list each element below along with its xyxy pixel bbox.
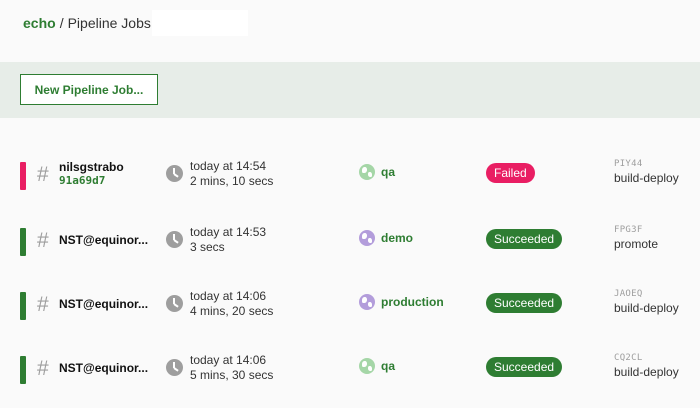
globe-icon bbox=[359, 358, 375, 374]
pipeline-type: promote bbox=[614, 237, 659, 251]
job-start-time: today at 14:06 bbox=[190, 353, 267, 367]
job-id: CQ2CL bbox=[614, 353, 643, 363]
pipeline-type: build-deploy bbox=[614, 171, 679, 185]
status-indicator-bar bbox=[20, 292, 26, 320]
table-row[interactable]: # NST@equinor... today at 14:53 3 secs d… bbox=[0, 222, 700, 272]
clock-icon bbox=[166, 165, 183, 182]
globe-icon bbox=[359, 294, 375, 310]
environment-link[interactable]: qa bbox=[381, 165, 395, 179]
job-duration: 5 mins, 30 secs bbox=[190, 368, 274, 382]
job-duration: 4 mins, 20 secs bbox=[190, 304, 274, 318]
hash-icon: # bbox=[37, 229, 49, 252]
job-triggered-by: NST@equinor... bbox=[59, 297, 149, 311]
hash-icon: # bbox=[37, 293, 49, 316]
pipeline-type: build-deploy bbox=[614, 301, 679, 315]
status-badge: Succeeded bbox=[486, 293, 563, 313]
commit-link[interactable]: 91a69d7 bbox=[59, 174, 105, 187]
job-start-time: today at 14:06 bbox=[190, 289, 267, 303]
hash-icon: # bbox=[37, 357, 49, 380]
table-row[interactable]: # NST@equinor... today at 14:06 5 mins, … bbox=[0, 350, 700, 400]
breadcrumb: echo / Pipeline Jobs bbox=[23, 15, 151, 31]
environment-link[interactable]: demo bbox=[381, 231, 413, 245]
job-triggered-by: NST@equinor... bbox=[59, 361, 149, 375]
pipeline-jobs-list: # nilsgstrabo 91a69d7 today at 14:54 2 m… bbox=[0, 118, 700, 408]
new-pipeline-job-button[interactable]: New Pipeline Job... bbox=[20, 74, 158, 105]
header-blank-area bbox=[152, 10, 248, 36]
job-id: PIY44 bbox=[614, 159, 643, 169]
environment-link[interactable]: qa bbox=[381, 359, 395, 373]
clock-icon bbox=[166, 231, 183, 248]
globe-icon bbox=[359, 230, 375, 246]
job-id: FPG3F bbox=[614, 225, 643, 235]
environment-link[interactable]: production bbox=[381, 295, 444, 309]
job-id: JAOEQ bbox=[614, 289, 643, 299]
job-triggered-by: nilsgstrabo bbox=[59, 160, 124, 174]
breadcrumb-separator: / bbox=[59, 15, 64, 31]
job-triggered-by: NST@equinor... bbox=[59, 233, 149, 247]
table-row[interactable]: # NST@equinor... today at 14:06 4 mins, … bbox=[0, 286, 700, 336]
globe-icon bbox=[359, 164, 375, 180]
clock-icon bbox=[166, 359, 183, 376]
pipeline-type: build-deploy bbox=[614, 365, 679, 379]
status-badge: Succeeded bbox=[486, 229, 563, 249]
breadcrumb-app-link[interactable]: echo bbox=[23, 15, 56, 31]
clock-icon bbox=[166, 295, 183, 312]
table-row[interactable]: # nilsgstrabo 91a69d7 today at 14:54 2 m… bbox=[0, 156, 700, 206]
status-indicator-bar bbox=[20, 356, 26, 384]
job-start-time: today at 14:53 bbox=[190, 225, 267, 239]
status-indicator-bar bbox=[20, 228, 26, 256]
status-indicator-bar bbox=[20, 162, 26, 190]
status-badge: Failed bbox=[486, 163, 535, 183]
job-duration: 3 secs bbox=[190, 240, 225, 254]
breadcrumb-current-page: Pipeline Jobs bbox=[67, 15, 151, 31]
hash-icon: # bbox=[37, 163, 49, 186]
job-duration: 2 mins, 10 secs bbox=[190, 174, 274, 188]
status-badge: Succeeded bbox=[486, 357, 563, 377]
page-header: echo / Pipeline Jobs bbox=[0, 0, 700, 62]
job-start-time: today at 14:54 bbox=[190, 159, 267, 173]
